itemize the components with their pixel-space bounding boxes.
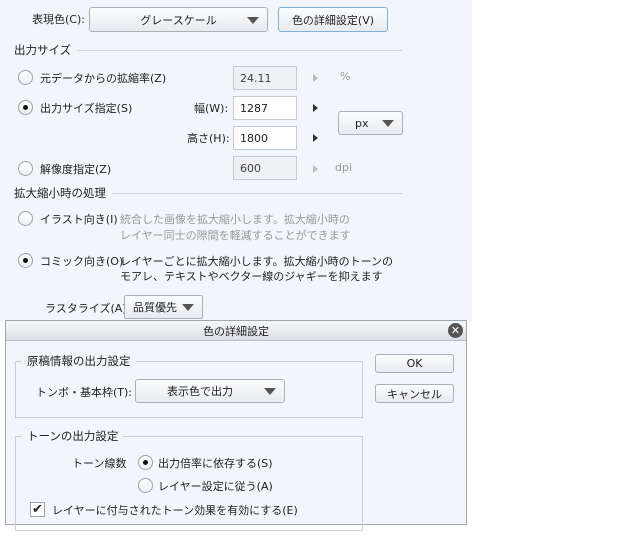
tone-opt2-radio[interactable] [138, 478, 153, 493]
comic-label: コミック向き(O) [40, 255, 124, 268]
dialog-title: 色の詳細設定 [203, 324, 269, 338]
scale-radio[interactable] [18, 70, 33, 85]
tone-effect-label: レイヤーに付与されたトーン効果を有効にする(E) [52, 504, 298, 517]
scaling-section: 拡大縮小時の処理 [14, 185, 402, 201]
dialog-titlebar[interactable]: 色の詳細設定 ✕ [6, 321, 466, 341]
height-label: 高さ(H): [187, 132, 230, 145]
illust-radio[interactable] [18, 211, 33, 226]
comic-radio[interactable] [18, 253, 33, 268]
height-input[interactable]: 1800 [233, 126, 297, 150]
resolution-input[interactable]: 600 [233, 156, 297, 180]
tone-opt2-label: レイヤー設定に従う(A) [158, 480, 273, 493]
divider [77, 49, 402, 51]
width-label: 幅(W): [194, 102, 229, 115]
tone-opt1-label: 出力倍率に依存する(S) [158, 457, 273, 470]
width-input[interactable]: 1287 [233, 96, 297, 120]
group-title: 原稿情報の出力設定 [22, 353, 136, 369]
illust-desc: レイヤー同士の隙間を軽減することができます [120, 229, 351, 242]
scale-input[interactable]: 24.11 [233, 66, 297, 90]
size-radio[interactable] [18, 100, 33, 115]
spin-right-icon[interactable] [313, 134, 318, 142]
unit-value: px [355, 116, 369, 130]
crop-label: トンボ・基本枠(T): [36, 386, 133, 399]
resolution-radio[interactable] [18, 161, 33, 176]
size-label: 出力サイズ指定(S) [40, 102, 133, 115]
color-detail-dialog: 色の詳細設定 ✕ 原稿情報の出力設定 トンボ・基本枠(T): 表示色で出力 OK… [5, 320, 467, 531]
crop-select[interactable]: 表示色で出力 [135, 379, 285, 403]
illust-desc: 統合した画像を拡大縮小します。拡大縮小時の [120, 213, 350, 226]
comic-desc: レイヤーごとに拡大縮小します。拡大縮小時のトーンの [120, 255, 394, 268]
section-title: 拡大縮小時の処理 [14, 186, 106, 200]
scale-label: 元データからの拡縮率(Z) [40, 72, 167, 85]
crop-value: 表示色で出力 [167, 385, 233, 398]
section-title: 出力サイズ [14, 43, 72, 57]
chevron-down-icon [382, 120, 394, 127]
ok-button[interactable]: OK [375, 354, 454, 373]
export-settings-panel: 表現色(C): グレースケール 色の詳細設定(V) 出力サイズ 元データからの拡… [0, 0, 472, 322]
chevron-down-icon [247, 16, 259, 24]
illust-label: イラスト向き(I) [40, 213, 118, 226]
unit-select[interactable]: px [338, 111, 403, 135]
resolution-unit: dpi [335, 161, 353, 174]
resolution-label: 解像度指定(Z) [40, 163, 112, 176]
spin-right-icon[interactable] [313, 165, 318, 173]
output-size-section: 出力サイズ [14, 42, 402, 58]
rasterize-select[interactable]: 品質優先 [124, 295, 203, 319]
color-mode-value: グレースケール [140, 13, 217, 27]
tone-opt1-radio[interactable] [138, 455, 153, 470]
chevron-down-icon [182, 304, 194, 311]
color-detail-button[interactable]: 色の詳細設定(V) [278, 7, 388, 32]
rasterize-value: 品質優先 [133, 301, 177, 314]
comic-desc: モアレ、テキストやベクター線のジャギーを抑えます [120, 270, 383, 283]
rasterize-label: ラスタライズ(A): [45, 302, 131, 315]
scale-unit: % [340, 70, 351, 83]
cancel-button[interactable]: キャンセル [375, 384, 454, 403]
color-mode-select[interactable]: グレースケール [89, 7, 268, 32]
color-mode-label: 表現色(C): [32, 13, 85, 26]
group-title: トーンの出力設定 [22, 428, 124, 444]
spin-right-icon[interactable] [313, 104, 318, 112]
divider [112, 192, 402, 194]
close-icon[interactable]: ✕ [448, 323, 463, 338]
spin-right-icon[interactable] [313, 74, 318, 82]
chevron-down-icon [264, 388, 276, 395]
tone-effect-checkbox[interactable]: ✔ [30, 502, 45, 517]
tone-lines-label: トーン線数 [72, 457, 127, 470]
